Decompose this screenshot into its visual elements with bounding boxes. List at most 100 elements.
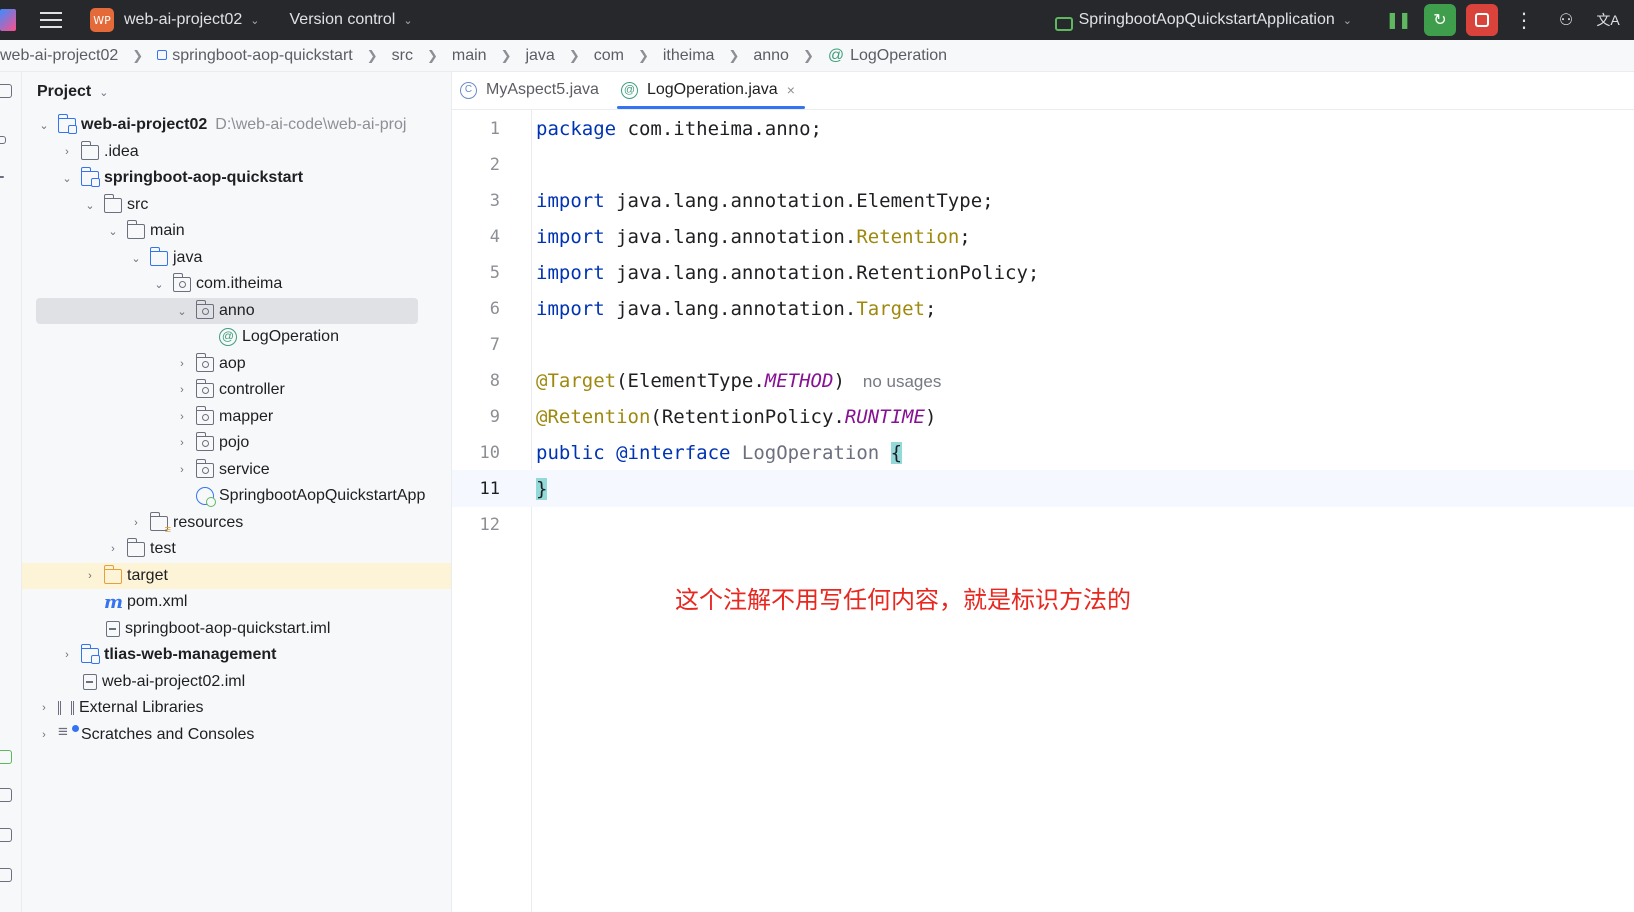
tree-item-project-iml[interactable]: web-ai-project02.iml [22, 669, 245, 695]
tree-item-resources[interactable]: › resources [22, 510, 243, 536]
tree-item-idea[interactable]: › .idea [22, 139, 139, 165]
chevron-right-icon[interactable]: › [82, 570, 98, 582]
tree-item-external-libraries[interactable]: › External Libraries [22, 695, 203, 721]
breadcrumb-item[interactable]: @ LogOperation [828, 47, 947, 65]
translate-icon[interactable]: 文A [1592, 4, 1624, 36]
tool-window-strip [0, 72, 22, 912]
chevron-down-icon[interactable]: ⌄ [128, 252, 144, 265]
chevron-down-icon[interactable]: ⌄ [151, 278, 167, 291]
git-tool-icon[interactable] [0, 788, 12, 802]
code-line[interactable]: 5 import java.lang.annotation.RetentionP… [452, 254, 1634, 291]
breadcrumb-item[interactable]: src [392, 47, 413, 65]
tree-item-java[interactable]: ⌄ java [22, 245, 202, 271]
chevron-right-icon[interactable]: › [174, 358, 190, 370]
project-view-selector[interactable]: Project ⌄ [22, 72, 451, 112]
tree-item-logoperation[interactable]: @ LogOperation [22, 324, 339, 350]
user-icon[interactable]: ⚇ [1550, 4, 1582, 36]
tree-item-target[interactable]: › target [22, 563, 451, 589]
project-selector[interactable]: WP web-ai-project02 ⌄ [90, 8, 260, 32]
chevron-down-icon[interactable]: ⌄ [59, 172, 75, 185]
chevron-right-icon[interactable]: › [59, 146, 75, 158]
spring-boot-class-icon [196, 487, 216, 507]
tree-item-springboot-aop-quickstart[interactable]: ⌄ springboot-aop-quickstart [22, 165, 303, 191]
code-token: ; [924, 297, 937, 320]
breadcrumb-item[interactable]: itheima [663, 47, 715, 65]
ide-logo-icon[interactable] [0, 9, 16, 31]
chevron-down-icon[interactable]: ⌄ [174, 305, 190, 318]
code-token: package [536, 117, 617, 140]
chevron-right-icon[interactable]: › [174, 384, 190, 396]
code-line[interactable]: 10 public @interface LogOperation { [452, 434, 1634, 471]
version-control-menu[interactable]: Version control ⌄ [290, 11, 413, 29]
code-line[interactable]: 8 @Target(ElementType.METHOD) no usages [452, 362, 1634, 399]
tree-item-com-itheima[interactable]: ⌄ com.itheima [22, 271, 282, 297]
chevron-right-icon[interactable]: › [36, 702, 52, 714]
tree-item-main[interactable]: ⌄ main [22, 218, 185, 244]
tree-item-src[interactable]: ⌄ src [22, 192, 148, 218]
chevron-right-icon[interactable]: › [105, 543, 121, 555]
breadcrumb-item[interactable]: main [452, 47, 487, 65]
code-line[interactable]: 4 import java.lang.annotation.Retention; [452, 218, 1634, 255]
breadcrumb-item[interactable]: java [525, 47, 554, 65]
pause-icon[interactable]: ❚❚ [1382, 4, 1414, 36]
breadcrumb: web-ai-project02 ❯ springboot-aop-quicks… [0, 40, 1634, 72]
tree-item-anno[interactable]: ⌄ anno [36, 298, 418, 324]
code-line[interactable]: 6 import java.lang.annotation.Target; [452, 290, 1634, 327]
breadcrumb-item[interactable]: web-ai-project02 [0, 47, 118, 65]
code-editor[interactable]: 1 package com.itheima.anno; 2 3 import j… [452, 110, 1634, 912]
code-line[interactable]: 3 import java.lang.annotation.ElementTyp… [452, 182, 1634, 219]
chevron-right-icon[interactable]: › [128, 517, 144, 529]
tree-item-label: main [150, 222, 185, 239]
terminal-tool-icon[interactable] [0, 828, 12, 842]
breadcrumb-item[interactable]: com [594, 47, 624, 65]
line-number: 4 [489, 226, 500, 247]
problems-tool-icon[interactable] [0, 868, 12, 882]
chevron-down-icon[interactable]: ⌄ [82, 199, 98, 212]
chevron-right-icon[interactable]: › [174, 464, 190, 476]
stop-icon[interactable] [1466, 4, 1498, 36]
code-line[interactable]: 2 [452, 146, 1634, 183]
run-configuration-selector[interactable]: SpringbootAopQuickstartApplication ⌄ [1053, 11, 1352, 31]
project-tool-icon[interactable] [0, 84, 12, 98]
line-number: 10 [479, 442, 500, 463]
tree-item-label: test [150, 540, 176, 557]
tree-item-scratches[interactable]: › Scratches and Consoles [22, 722, 254, 748]
tree-item-service[interactable]: › service [22, 457, 270, 483]
tree-item-test[interactable]: › test [22, 536, 176, 562]
tree-item-aop[interactable]: › aop [22, 351, 246, 377]
line-number: 8 [489, 370, 500, 391]
breadcrumb-item[interactable]: springboot-aop-quickstart [157, 47, 353, 65]
breadcrumb-item[interactable]: anno [753, 47, 789, 65]
chevron-right-icon[interactable]: › [174, 411, 190, 423]
close-icon[interactable]: × [787, 82, 795, 98]
code-line[interactable]: 7 [452, 326, 1634, 363]
chevron-down-icon[interactable]: ⌄ [105, 225, 121, 238]
tab-label: MyAspect5.java [486, 81, 599, 98]
usages-inlay-hint[interactable]: no usages [863, 372, 941, 391]
tree-item-springboot-app-class[interactable]: SpringbootAopQuickstartApp [22, 483, 425, 509]
tree-item-pojo[interactable]: › pojo [22, 430, 249, 456]
tree-item-mapper[interactable]: › mapper [22, 404, 273, 430]
code-line[interactable]: 12 [452, 506, 1634, 543]
tab-myaspect5[interactable]: C MyAspect5.java [452, 71, 613, 109]
tree-item-module-iml[interactable]: springboot-aop-quickstart.iml [22, 616, 330, 642]
tree-item-web-ai-project02[interactable]: ⌄ web-ai-project02 D:\web-ai-code\web-ai… [22, 112, 406, 138]
tree-item-controller[interactable]: › controller [22, 377, 285, 403]
tree-item-pom-xml[interactable]: m pom.xml [22, 589, 187, 615]
rerun-icon[interactable]: ↻ [1424, 4, 1456, 36]
tab-logoperation[interactable]: @ LogOperation.java × [613, 71, 809, 109]
services-tool-icon[interactable] [0, 750, 12, 764]
chevron-right-icon[interactable]: › [174, 437, 190, 449]
more-actions-icon[interactable]: ⋮ [1508, 4, 1540, 36]
code-line[interactable]: 1 package com.itheima.anno; [452, 110, 1634, 147]
main-menu-icon[interactable] [40, 12, 62, 28]
line-number: 11 [479, 478, 500, 499]
tree-item-tlias-web-management[interactable]: › tlias-web-management [22, 642, 276, 668]
chevron-right-icon[interactable]: › [59, 649, 75, 661]
chevron-right-icon[interactable]: › [36, 729, 52, 741]
code-line-current[interactable]: 11 } [452, 470, 1634, 507]
structure-tool-icon[interactable] [0, 136, 6, 144]
chevron-down-icon[interactable]: ⌄ [36, 119, 52, 132]
code-line[interactable]: 9 @Retention(RetentionPolicy.RUNTIME) [452, 398, 1634, 435]
more-tools-icon[interactable] [0, 176, 4, 178]
